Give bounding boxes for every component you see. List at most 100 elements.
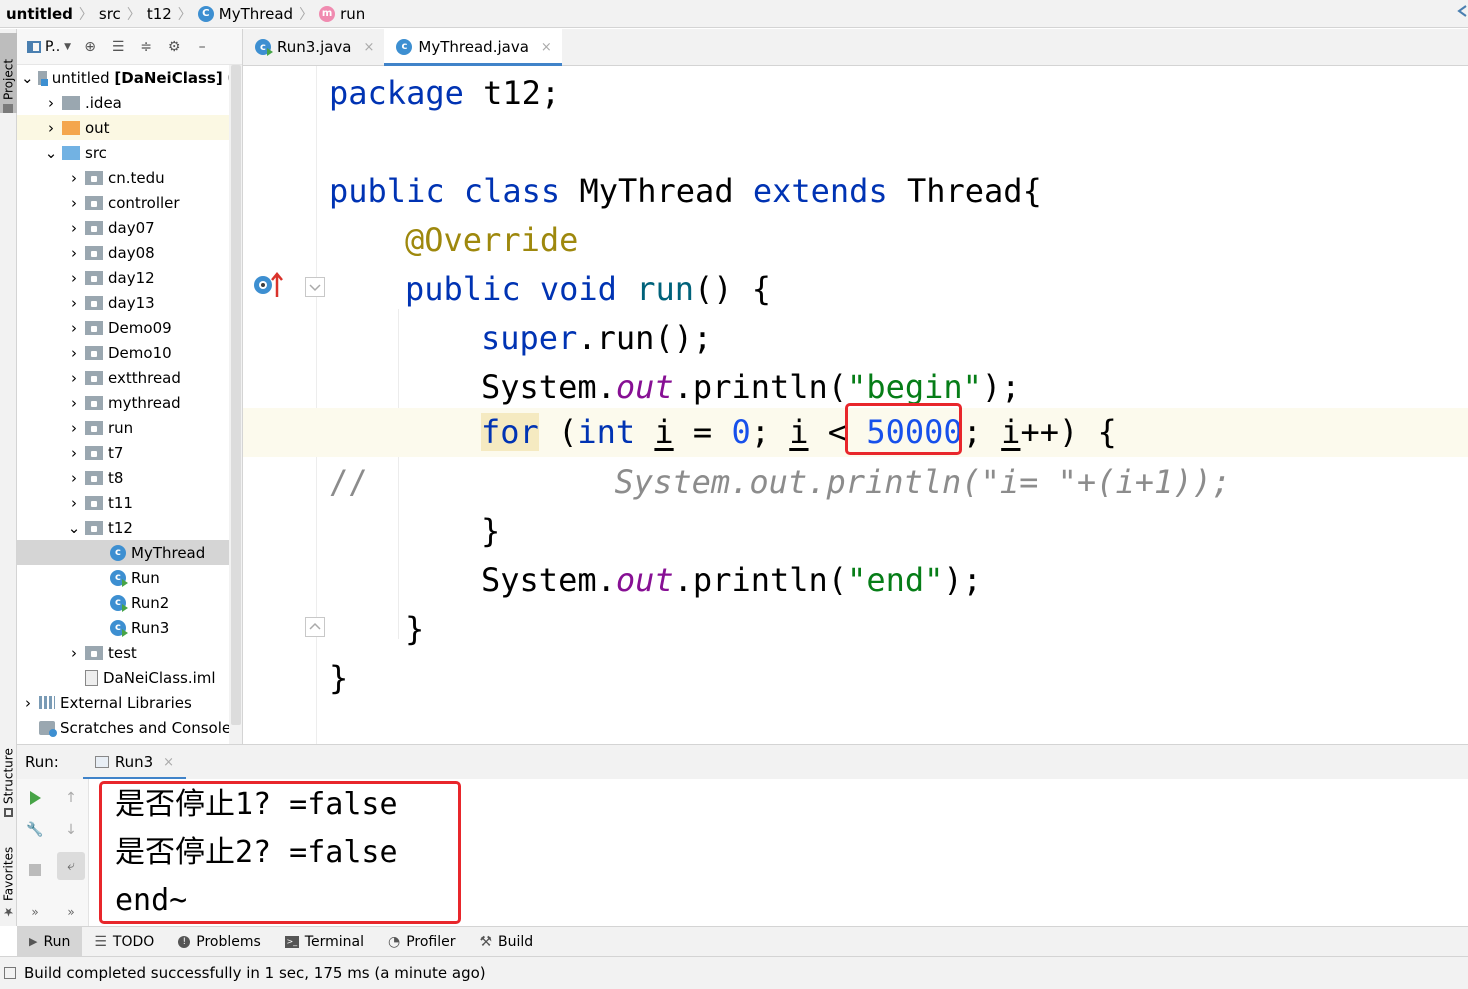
chevron-right-icon: › bbox=[71, 293, 77, 312]
expand-all-icon[interactable]: ☰ bbox=[109, 38, 127, 56]
close-icon[interactable]: × bbox=[163, 755, 174, 770]
tree-item-package[interactable]: › day12 bbox=[17, 265, 242, 290]
panel-icon bbox=[27, 40, 41, 53]
code-editor[interactable]: package t12; public class MyThread exten… bbox=[243, 66, 1468, 744]
class-icon: c bbox=[396, 39, 413, 55]
favorites-tool-tab[interactable]: ★ Favorites bbox=[0, 829, 17, 919]
run-panel-header: Run: Run3 × bbox=[17, 744, 1468, 780]
tool-profiler[interactable]: ◔ Profiler bbox=[376, 927, 468, 957]
class-icon: C bbox=[197, 5, 214, 22]
project-view-selector[interactable]: P.. ▼ bbox=[27, 39, 71, 55]
tree-item-package[interactable]: › cn.tedu bbox=[17, 165, 242, 190]
console-output[interactable]: 是否停止1? =false 是否停止2? =false end~ bbox=[99, 779, 1459, 926]
chevron-down-icon: ⌄ bbox=[44, 143, 58, 162]
arrow-icon[interactable] bbox=[1456, 4, 1468, 18]
tree-item-package[interactable]: › test bbox=[17, 640, 242, 665]
tool-todo[interactable]: ☰ TODO bbox=[82, 927, 166, 957]
tree-item-class-mythread[interactable]: c MyThread bbox=[17, 540, 242, 565]
scrollbar-thumb[interactable] bbox=[231, 65, 241, 725]
problems-icon: ! bbox=[178, 935, 191, 948]
terminal-icon: >_ bbox=[284, 935, 299, 948]
status-toggle-icon[interactable] bbox=[4, 967, 16, 979]
status-bar: Build completed successfully in 1 sec, 1… bbox=[0, 956, 1468, 989]
breadcrumb-method[interactable]: m run bbox=[319, 5, 365, 23]
package-icon bbox=[85, 170, 103, 185]
code-line: @Override bbox=[405, 221, 579, 259]
locate-icon[interactable]: ⊕ bbox=[81, 38, 99, 56]
override-marker-icon[interactable] bbox=[251, 269, 287, 303]
tree-item-class[interactable]: c Run bbox=[17, 565, 242, 590]
chevron-right-icon: › bbox=[71, 393, 77, 412]
tool-build[interactable]: ⚒ Build bbox=[467, 927, 545, 957]
tree-item-idea[interactable]: › .idea bbox=[17, 90, 242, 115]
breadcrumb-project[interactable]: untitled bbox=[6, 5, 73, 23]
folder-icon bbox=[3, 104, 14, 113]
project-tool-tab[interactable]: Project bbox=[0, 33, 17, 113]
breadcrumb-src[interactable]: src bbox=[99, 5, 121, 23]
code-line: } bbox=[405, 610, 425, 648]
structure-icon bbox=[4, 808, 13, 817]
soft-wrap-icon[interactable]: ⤶ bbox=[57, 852, 85, 880]
tree-item-package[interactable]: › Demo09 bbox=[17, 315, 242, 340]
breadcrumb-class[interactable]: C MyThread bbox=[197, 5, 293, 23]
stop-icon[interactable] bbox=[24, 859, 46, 881]
chevron-right-icon: › bbox=[71, 643, 77, 662]
tree-item-package[interactable]: › extthread bbox=[17, 365, 242, 390]
tree-item-package[interactable]: › day13 bbox=[17, 290, 242, 315]
code-line: package t12; bbox=[329, 74, 561, 112]
fold-open-icon[interactable] bbox=[305, 277, 325, 297]
tree-item-class[interactable]: c Run2 bbox=[17, 590, 242, 615]
tree-item-root[interactable]: ⌄ untitled [DaNeiClass] C: bbox=[17, 65, 242, 90]
tool-problems[interactable]: ! Problems bbox=[166, 927, 273, 957]
tree-item-package[interactable]: › mythread bbox=[17, 390, 242, 415]
tool-run[interactable]: ▶ Run bbox=[17, 926, 83, 957]
chevron-right-icon: › bbox=[71, 443, 77, 462]
tree-item-scratches[interactable]: Scratches and Consoles bbox=[17, 715, 242, 740]
scrollbar[interactable] bbox=[229, 65, 242, 744]
tree-item-package[interactable]: › day07 bbox=[17, 215, 242, 240]
tool-terminal[interactable]: >_ Terminal bbox=[273, 927, 376, 957]
chevron-down-icon: ⌄ bbox=[21, 68, 34, 87]
code-line: super.run(); bbox=[481, 319, 713, 357]
close-icon[interactable]: × bbox=[541, 40, 552, 55]
arrow-down-icon[interactable]: ↓ bbox=[60, 819, 82, 841]
tree-item-src[interactable]: ⌄ src bbox=[17, 140, 242, 165]
structure-tool-tab[interactable]: Structure bbox=[0, 729, 17, 817]
tree-item-external-libraries[interactable]: › External Libraries bbox=[17, 690, 242, 715]
arrow-up-icon[interactable]: ↑ bbox=[60, 787, 82, 809]
code-line-comment: //System.out.println("i= "+(i+1)); bbox=[329, 463, 1232, 501]
wrench-icon[interactable]: 🔧 bbox=[24, 819, 46, 841]
package-icon bbox=[85, 420, 103, 435]
rerun-icon[interactable] bbox=[24, 787, 46, 809]
tree-item-package[interactable]: › t7 bbox=[17, 440, 242, 465]
tree-item-class[interactable]: c Run3 bbox=[17, 615, 242, 640]
tab-mythread-java[interactable]: c MyThread.java × bbox=[384, 29, 563, 66]
tab-run3-java[interactable]: c Run3.java × bbox=[243, 29, 384, 65]
chevron-right-icon: › bbox=[71, 493, 77, 512]
collapse-all-icon[interactable]: ≑ bbox=[137, 38, 155, 56]
tree-item-package[interactable]: › Demo10 bbox=[17, 340, 242, 365]
status-message[interactable]: Build completed successfully in 1 sec, 1… bbox=[24, 964, 486, 982]
method-icon: m bbox=[319, 5, 336, 22]
more-icon[interactable]: » bbox=[60, 901, 82, 923]
code-line: System.out.println("end"); bbox=[481, 561, 982, 599]
tree-item-package[interactable]: › t11 bbox=[17, 490, 242, 515]
tree-item-package[interactable]: › t8 bbox=[17, 465, 242, 490]
tree-item-out[interactable]: › out bbox=[17, 115, 242, 140]
runnable-class-icon: c bbox=[110, 569, 128, 587]
tree-item-package-t12[interactable]: ⌄ t12 bbox=[17, 515, 242, 540]
close-icon[interactable]: × bbox=[364, 40, 375, 55]
breadcrumb: untitled 〉 src 〉 t12 〉 C MyThread 〉 m ru… bbox=[0, 0, 1468, 28]
tab-run3[interactable]: Run3 × bbox=[82, 745, 187, 780]
chevron-right-icon: › bbox=[48, 93, 54, 112]
gear-icon[interactable]: ⚙ bbox=[165, 38, 183, 56]
tree-item-iml[interactable]: DaNeiClass.iml bbox=[17, 665, 242, 690]
hide-icon[interactable]: – bbox=[193, 38, 211, 56]
tree-item-package[interactable]: › controller bbox=[17, 190, 242, 215]
more-icon[interactable]: » bbox=[24, 901, 46, 923]
breadcrumb-package[interactable]: t12 bbox=[147, 5, 172, 23]
tree-item-package[interactable]: › run bbox=[17, 415, 242, 440]
run-icon: ▶ bbox=[29, 935, 38, 948]
tree-item-package[interactable]: › day08 bbox=[17, 240, 242, 265]
fold-close-icon[interactable] bbox=[305, 617, 325, 637]
